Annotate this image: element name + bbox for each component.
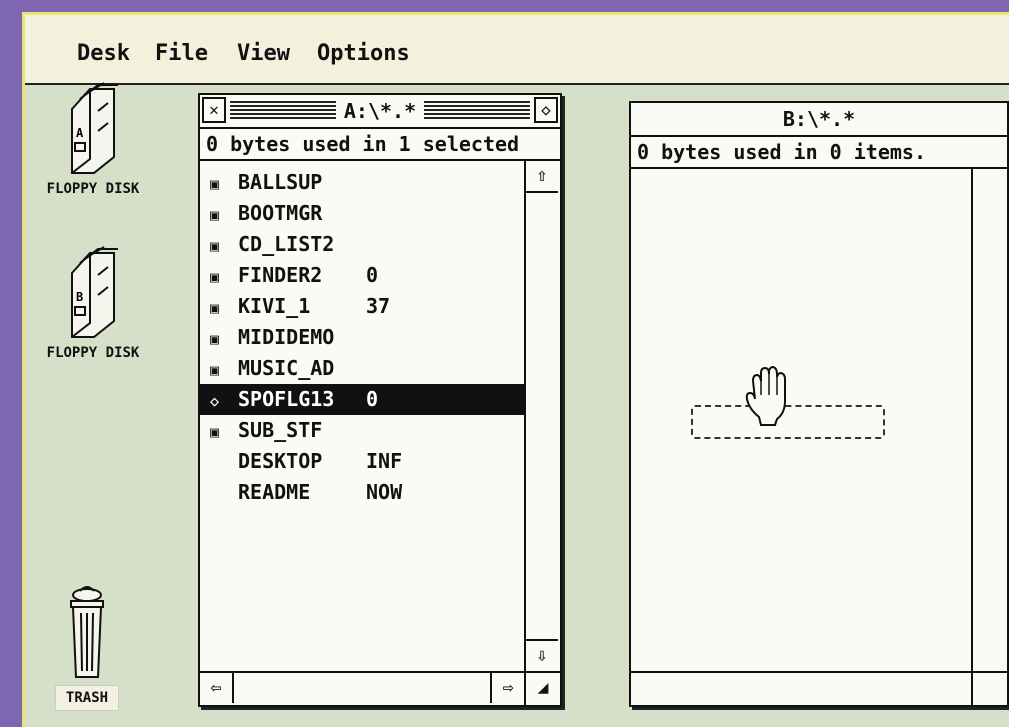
window-title: B:\*.* bbox=[774, 107, 864, 131]
horizontal-scrollbar[interactable] bbox=[631, 671, 971, 705]
file-row[interactable]: ▣ BOOTMGR bbox=[200, 198, 524, 229]
file-row[interactable]: ▣ KIVI_1 37 bbox=[200, 291, 524, 322]
folder-icon: ▣ bbox=[210, 330, 220, 348]
window-drive-b[interactable]: B:\*.* 0 bytes used in 0 items. bbox=[629, 101, 1009, 707]
file-row[interactable]: ▣ MIDIDEMO bbox=[200, 322, 524, 353]
file-name: MIDIDEMO bbox=[238, 325, 335, 349]
file-name: SUB_STF bbox=[238, 418, 323, 442]
svg-text:B: B bbox=[76, 290, 83, 304]
menu-bar: Desk File View Options bbox=[25, 15, 1009, 85]
folder-icon: ▣ bbox=[210, 299, 220, 317]
desktop-screen: Desk File View Options A FLOPPY DISK B F… bbox=[22, 12, 1009, 727]
folder-icon: ◇ bbox=[210, 392, 220, 410]
svg-text:A: A bbox=[76, 126, 84, 140]
file-row[interactable]: ▣ BALLSUP bbox=[200, 167, 524, 198]
trash-can-icon bbox=[70, 586, 104, 678]
title-bar[interactable]: ✕ A:\*.* ◇ bbox=[200, 95, 560, 129]
file-row[interactable]: ▣ MUSIC_AD bbox=[200, 353, 524, 384]
file-row[interactable]: ▣ SUB_STF bbox=[200, 415, 524, 446]
file-name: BOOTMGR bbox=[238, 201, 323, 225]
window-drive-a[interactable]: ✕ A:\*.* ◇ 0 bytes used in 1 selected ▣ B… bbox=[198, 93, 562, 707]
file-name: KIVI_1 bbox=[238, 294, 311, 318]
grab-hand-icon bbox=[745, 365, 786, 426]
file-row[interactable]: DESKTOP INF bbox=[200, 446, 524, 477]
menu-view[interactable]: View bbox=[237, 41, 290, 66]
file-name: CD_LIST2 bbox=[238, 232, 335, 256]
scroll-right-arrow-icon[interactable]: ⇨ bbox=[490, 673, 524, 703]
folder-icon: ▣ bbox=[210, 237, 220, 255]
file-name: MUSIC_AD bbox=[238, 356, 335, 380]
menu-file[interactable]: File bbox=[155, 41, 208, 66]
file-extension: 37 bbox=[366, 294, 391, 318]
vertical-scrollbar[interactable] bbox=[971, 169, 1007, 671]
scroll-down-arrow-icon[interactable]: ⇩ bbox=[526, 639, 558, 671]
floppy-drive-icon: A bbox=[71, 82, 118, 174]
scroll-up-arrow-icon[interactable]: ⇧ bbox=[526, 161, 558, 193]
file-extension: NOW bbox=[366, 480, 403, 504]
trash-icon[interactable]: TRASH bbox=[29, 585, 145, 711]
file-extension: INF bbox=[366, 449, 403, 473]
resize-box-icon[interactable]: ◢ bbox=[524, 671, 560, 705]
resize-box-icon[interactable] bbox=[971, 671, 1007, 705]
scroll-left-arrow-icon[interactable]: ⇦ bbox=[200, 673, 234, 703]
info-line: 0 bytes used in 1 selected bbox=[200, 129, 560, 161]
folder-icon: ▣ bbox=[210, 206, 220, 224]
file-name: BALLSUP bbox=[238, 170, 323, 194]
file-list-empty bbox=[631, 169, 971, 671]
title-bar[interactable]: B:\*.* bbox=[631, 103, 1007, 137]
vertical-scrollbar[interactable]: ⇧ ⇩ bbox=[524, 161, 560, 671]
file-name: SPOFLG13 bbox=[238, 387, 335, 411]
floppy-b-label: FLOPPY DISK bbox=[46, 345, 140, 361]
file-name: README bbox=[238, 480, 311, 504]
folder-icon: ▣ bbox=[210, 361, 220, 379]
file-name: DESKTOP bbox=[238, 449, 323, 473]
file-list: ▣ BALLSUP ▣ BOOTMGR ▣ CD_LIST2 ▣ FINDER2 0 ▣ KIVI_… bbox=[200, 161, 524, 671]
horizontal-scrollbar[interactable]: ⇦ ⇨ bbox=[200, 671, 524, 705]
floppy-disk-b-icon[interactable]: B FLOPPY DISK bbox=[25, 245, 163, 361]
menu-desk[interactable]: Desk bbox=[77, 41, 130, 66]
floppy-a-label: FLOPPY DISK bbox=[46, 181, 140, 197]
folder-icon: ▣ bbox=[210, 423, 220, 441]
file-row[interactable]: ▣ CD_LIST2 bbox=[200, 229, 524, 260]
file-row[interactable]: README NOW bbox=[200, 477, 524, 508]
trash-label: TRASH bbox=[54, 685, 120, 711]
file-extension: 0 bbox=[366, 263, 379, 287]
floppy-disk-a-icon[interactable]: A FLOPPY DISK bbox=[25, 81, 163, 197]
file-row[interactable]: ◇ SPOFLG13 0 bbox=[200, 384, 524, 415]
floppy-drive-icon: B bbox=[71, 246, 118, 338]
full-box-icon[interactable]: ◇ bbox=[534, 97, 558, 123]
menu-options[interactable]: Options bbox=[317, 41, 410, 66]
file-extension: 0 bbox=[366, 387, 379, 411]
folder-icon: ▣ bbox=[210, 268, 220, 286]
window-title: A:\*.* bbox=[335, 99, 425, 123]
file-name: FINDER2 bbox=[238, 263, 323, 287]
folder-icon: ▣ bbox=[210, 175, 220, 193]
info-line: 0 bytes used in 0 items. bbox=[631, 137, 1007, 169]
file-row[interactable]: ▣ FINDER2 0 bbox=[200, 260, 524, 291]
